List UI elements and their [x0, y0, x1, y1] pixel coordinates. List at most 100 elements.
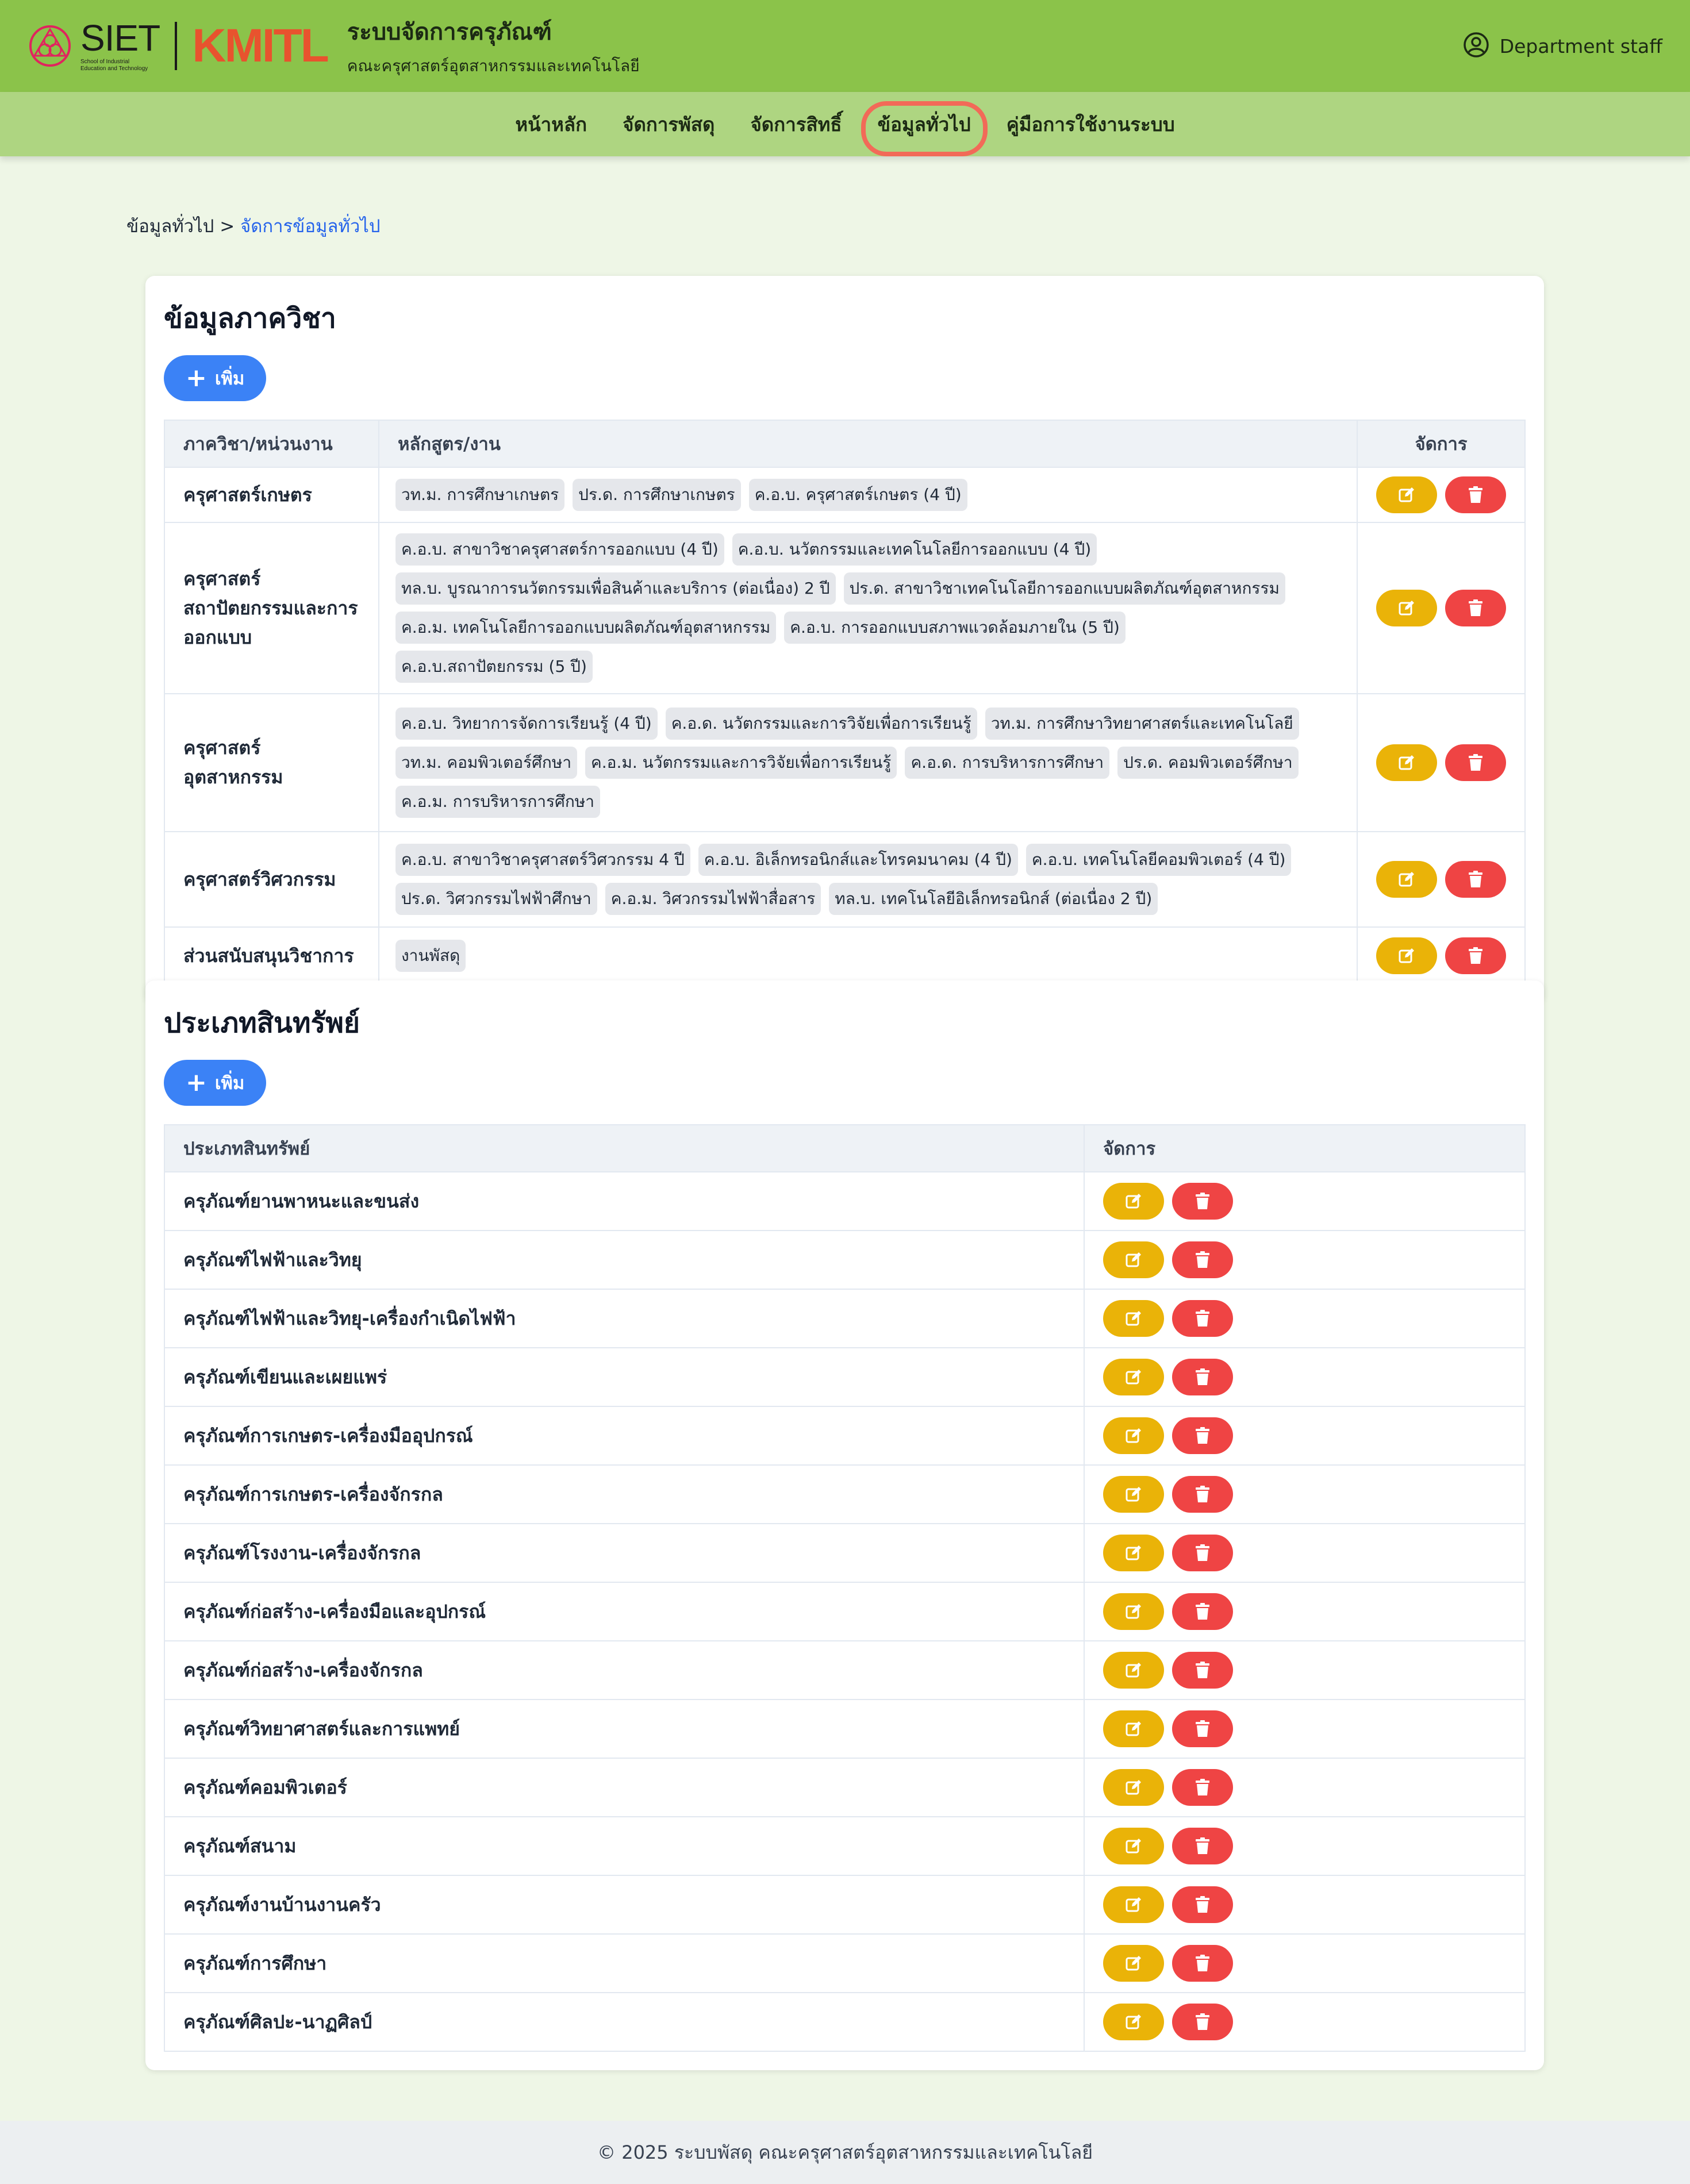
- actions-cell: [1084, 1230, 1526, 1290]
- delete-asset-type-button[interactable]: [1172, 1300, 1233, 1337]
- delete-department-button[interactable]: [1445, 937, 1506, 974]
- program-chip: ค.อ.ด. การบริหารการศึกษา: [905, 747, 1110, 779]
- edit-asset-type-button[interactable]: [1103, 1593, 1164, 1630]
- edit-asset-type-button[interactable]: [1103, 1183, 1164, 1220]
- trash-icon: [1467, 947, 1484, 965]
- edit-department-button[interactable]: [1376, 590, 1437, 626]
- edit-icon: [1397, 947, 1416, 965]
- nav-item-general-info[interactable]: ข้อมูลทั่วไป: [860, 92, 989, 156]
- nav-item-manage-supplies[interactable]: จัดการพัสดุ: [605, 92, 732, 156]
- nav-item-manage-permissions[interactable]: จัดการสิทธิ์: [732, 92, 859, 156]
- edit-asset-type-button[interactable]: [1103, 1300, 1164, 1337]
- nav-item-home[interactable]: หน้าหลัก: [497, 92, 605, 156]
- program-chip: ค.อ.ม. วิศวกรรมไฟฟ้าสื่อสาร: [605, 883, 821, 915]
- trash-icon: [1194, 1720, 1211, 1738]
- edit-asset-type-button[interactable]: [1103, 1710, 1164, 1747]
- edit-asset-type-button[interactable]: [1103, 1417, 1164, 1454]
- actions-cell: [1357, 926, 1526, 985]
- breadcrumb-parent[interactable]: ข้อมูลทั่วไป: [126, 216, 214, 237]
- edit-department-button[interactable]: [1376, 476, 1437, 513]
- breadcrumb-current[interactable]: จัดการข้อมูลทั่วไป: [240, 216, 380, 237]
- add-asset-type-button[interactable]: + เพิ่ม: [164, 1060, 267, 1106]
- top-header: SIET School of Industrial Education and …: [0, 0, 1690, 92]
- edit-department-button[interactable]: [1376, 744, 1437, 781]
- delete-asset-type-button[interactable]: [1172, 1828, 1233, 1864]
- department-name: ครุศาสตร์สถาปัตยกรรมและการออกแบบ: [164, 522, 379, 694]
- delete-asset-type-button[interactable]: [1172, 1769, 1233, 1806]
- program-chip: ค.อ.บ. วิทยาการจัดการเรียนรู้ (4 ปี): [395, 708, 658, 740]
- edit-asset-type-button[interactable]: [1103, 1359, 1164, 1395]
- edit-icon: [1124, 1309, 1143, 1328]
- edit-asset-type-button[interactable]: [1103, 1945, 1164, 1982]
- program-chip: ค.อ.บ. สาขาวิชาครุศาสตร์การออกแบบ (4 ปี): [395, 533, 724, 566]
- delete-department-button[interactable]: [1445, 476, 1506, 513]
- plus-icon: +: [186, 363, 207, 393]
- department-programs: วท.ม. การศึกษาเกษตร ปร.ด. การศึกษาเกษตร ค.…: [378, 467, 1358, 523]
- program-chip: ค.อ.ด. นวัตกรรมและการวิจัยเพื่อการเรียนร…: [665, 708, 977, 740]
- delete-asset-type-button[interactable]: [1172, 1183, 1233, 1220]
- asset-type-row: ครุภัณฑ์การเกษตร-เครื่องจักรกล: [164, 1464, 1526, 1524]
- siet-logo-subtitle-2: Education and Technology: [80, 66, 148, 72]
- actions-cell: [1084, 1640, 1526, 1700]
- edit-asset-type-button[interactable]: [1103, 1241, 1164, 1278]
- program-chip: ปร.ด. การศึกษาเกษตร: [573, 479, 741, 511]
- asset-type-name: ครุภัณฑ์การเกษตร-เครื่องจักรกล: [164, 1464, 1085, 1524]
- edit-asset-type-button[interactable]: [1103, 1828, 1164, 1864]
- edit-icon: [1397, 486, 1416, 504]
- delete-department-button[interactable]: [1445, 590, 1506, 626]
- program-chip: ค.อ.ม. เทคโนโลยีการออกแบบผลิตภัณฑ์อุตสาห…: [395, 612, 777, 644]
- asset-type-name: ครุภัณฑ์ไฟฟ้าและวิทยุ: [164, 1230, 1085, 1290]
- user-menu[interactable]: Department staff: [1463, 0, 1662, 92]
- delete-asset-type-button[interactable]: [1172, 1417, 1233, 1454]
- delete-asset-type-button[interactable]: [1172, 1535, 1233, 1571]
- siet-logo-title: SIET: [80, 17, 160, 59]
- trash-icon: [1467, 753, 1484, 772]
- edit-asset-type-button[interactable]: [1103, 1535, 1164, 1571]
- user-circle-icon: [1463, 32, 1489, 60]
- delete-asset-type-button[interactable]: [1172, 2004, 1233, 2040]
- breadcrumb: ข้อมูลทั่วไป > จัดการข้อมูลทั่วไป: [126, 212, 381, 240]
- asset-types-title: ประเภทสินทรัพย์: [164, 1007, 360, 1039]
- edit-asset-type-button[interactable]: [1103, 1886, 1164, 1923]
- edit-asset-type-button[interactable]: [1103, 2004, 1164, 2040]
- edit-department-button[interactable]: [1376, 937, 1437, 974]
- edit-icon: [1124, 1895, 1143, 1914]
- delete-asset-type-button[interactable]: [1172, 1476, 1233, 1513]
- actions-cell: [1084, 1875, 1526, 1935]
- nav-item-user-manual[interactable]: คู่มือการใช้งานระบบ: [989, 92, 1193, 156]
- asset-type-row: ครุภัณฑ์คอมพิวเตอร์: [164, 1758, 1526, 1817]
- program-chip: วท.ม. คอมพิวเตอร์ศึกษา: [395, 747, 578, 779]
- asset-type-row: ครุภัณฑ์ก่อสร้าง-เครื่องมือและอุปกรณ์: [164, 1582, 1526, 1641]
- edit-icon: [1124, 1661, 1143, 1679]
- department-programs: งานพัสดุ: [378, 926, 1358, 985]
- program-chip: ปร.ด. คอมพิวเตอร์ศึกษา: [1117, 747, 1299, 779]
- program-chip: วท.ม. การศึกษาเกษตร: [395, 479, 565, 511]
- edit-icon: [1124, 1485, 1143, 1504]
- department-name: ครุศาสตร์วิศวกรรม: [164, 831, 379, 928]
- delete-asset-type-button[interactable]: [1172, 1945, 1233, 1982]
- department-row: ส่วนสนับสนุนวิชาการ งานพัสดุ: [164, 926, 1526, 985]
- edit-asset-type-button[interactable]: [1103, 1476, 1164, 1513]
- add-department-button[interactable]: + เพิ่ม: [164, 355, 267, 401]
- siet-logo-icon: [28, 24, 72, 68]
- edit-icon: [1124, 1544, 1143, 1562]
- delete-asset-type-button[interactable]: [1172, 1359, 1233, 1395]
- edit-icon: [1397, 753, 1416, 772]
- delete-asset-type-button[interactable]: [1172, 1241, 1233, 1278]
- trash-icon: [1194, 1661, 1211, 1679]
- delete-asset-type-button[interactable]: [1172, 1886, 1233, 1923]
- asset-type-name: ครุภัณฑ์ไฟฟ้าและวิทยุ-เครื่องกำเนิดไฟฟ้า: [164, 1289, 1085, 1348]
- breadcrumb-separator: >: [214, 216, 241, 237]
- department-row: ครุศาสตร์อุตสาหกรรม ค.อ.บ. วิทยาการจัดการ…: [164, 693, 1526, 832]
- actions-cell: [1084, 1816, 1526, 1876]
- edit-department-button[interactable]: [1376, 861, 1437, 898]
- delete-asset-type-button[interactable]: [1172, 1652, 1233, 1689]
- asset-type-name: ครุภัณฑ์คอมพิวเตอร์: [164, 1758, 1085, 1817]
- delete-asset-type-button[interactable]: [1172, 1593, 1233, 1630]
- delete-asset-type-button[interactable]: [1172, 1710, 1233, 1747]
- delete-department-button[interactable]: [1445, 861, 1506, 898]
- edit-asset-type-button[interactable]: [1103, 1769, 1164, 1806]
- edit-asset-type-button[interactable]: [1103, 1652, 1164, 1689]
- delete-department-button[interactable]: [1445, 744, 1506, 781]
- asset-type-name: ครุภัณฑ์สนาม: [164, 1816, 1085, 1876]
